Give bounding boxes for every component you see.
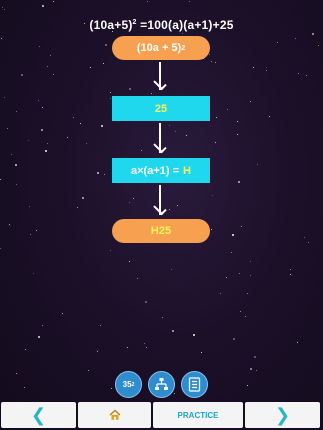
tool-buttons: 35 2 xyxy=(0,371,323,398)
practice-label: PRACTICE xyxy=(177,410,219,420)
bottom-navigation: ❮ PRACTICE ❯ xyxy=(0,402,323,428)
down-arrow-icon xyxy=(153,185,167,217)
home-icon xyxy=(109,409,120,420)
square-example-base: 35 xyxy=(122,380,132,389)
down-arrow-icon xyxy=(153,62,167,92)
back-button[interactable]: ❮ xyxy=(1,402,76,428)
home-button[interactable] xyxy=(78,402,151,428)
square-example-button[interactable]: 35 2 xyxy=(115,371,142,398)
step-square-exponent: 2 xyxy=(181,44,186,52)
flowchart-button[interactable] xyxy=(148,371,175,398)
chevron-left-icon: ❮ xyxy=(30,405,47,425)
practice-button[interactable]: PRACTICE xyxy=(153,402,243,428)
step-box-25: 25 xyxy=(112,96,210,121)
down-arrow-icon xyxy=(153,123,167,155)
step-box-25-label: 25 xyxy=(154,102,168,115)
formula-lhs-exponent: 2 xyxy=(132,19,137,26)
result-pill: H25 xyxy=(112,219,210,243)
step-square-pill: (10a + 5) 2 xyxy=(112,36,210,60)
notes-icon xyxy=(188,377,201,392)
formula-lhs-base: (10a+5) xyxy=(89,18,133,32)
formula-rhs: =100(a)(a+1)+25 xyxy=(140,18,234,32)
square-example-exponent: 2 xyxy=(131,381,135,388)
notes-button[interactable] xyxy=(181,371,208,398)
step-box-product-label: a×(a+1) = xyxy=(131,164,180,177)
result-pill-label: H25 xyxy=(150,225,172,237)
step-box-product: a×(a+1) = H xyxy=(112,158,210,183)
step-square-base: (10a + 5) xyxy=(136,42,182,54)
step-box-product-highlight: H xyxy=(183,164,191,177)
formula-header: (10a+5)2 =100(a)(a+1)+25 xyxy=(0,18,323,32)
chevron-right-icon: ❯ xyxy=(274,405,291,425)
next-button[interactable]: ❯ xyxy=(245,402,320,428)
flowchart-icon xyxy=(155,378,168,390)
